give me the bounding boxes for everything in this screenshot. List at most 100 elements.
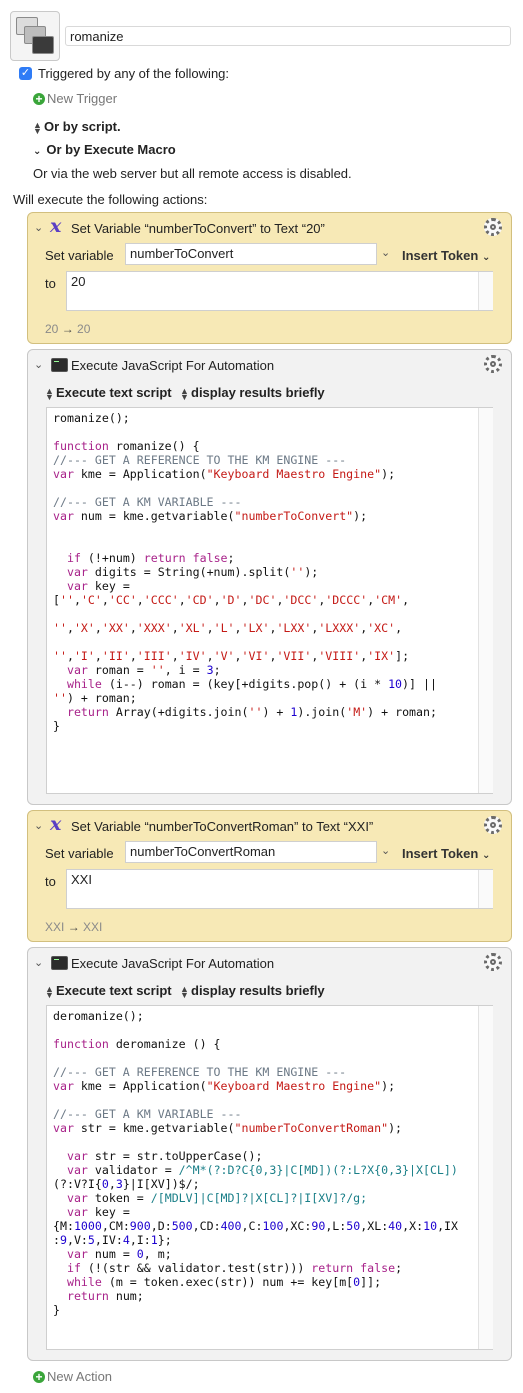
triggered-checkbox-icon[interactable]: ✓: [19, 67, 32, 80]
chevron-down-icon[interactable]: ⌄: [381, 844, 390, 857]
code-line: '','I','II','III','IV','V','VI','VII','V…: [53, 649, 410, 663]
gear-icon[interactable]: [484, 816, 502, 834]
up-down-icon: ▲ ▼: [180, 385, 189, 402]
code-line: '') + roman;: [53, 691, 137, 705]
insert-token-button[interactable]: Insert Token ⌄: [402, 846, 490, 861]
action-title[interactable]: Execute JavaScript For Automation: [71, 956, 274, 971]
code-line: :9,V:5,IV:4,I:1};: [53, 1233, 172, 1247]
arrow-right-icon: →: [61, 322, 74, 336]
scrollbar[interactable]: [478, 870, 493, 908]
or-by-script-toggle[interactable]: ▲ ▼ Or by script.: [33, 119, 121, 136]
chevron-down-icon: ⌄: [481, 252, 491, 263]
results-mode-popup[interactable]: ▲ ▼ display results briefly: [180, 983, 325, 1000]
new-action-button[interactable]: New Action: [47, 1369, 112, 1384]
to-value-field[interactable]: 20: [66, 271, 493, 311]
new-action-plus-icon[interactable]: +: [33, 1371, 45, 1383]
triggered-label: Triggered by any of the following:: [38, 66, 230, 81]
code-line: var num = kme.getvariable("numberToConve…: [53, 509, 368, 523]
code-line: //--- GET A KM VARIABLE ---: [53, 495, 242, 509]
scrollbar[interactable]: [478, 272, 493, 310]
code-line: var str = str.toUpperCase();: [66, 1149, 263, 1163]
code-line: var digits = String(+num).split('');: [66, 565, 319, 579]
terminal-icon: [51, 358, 68, 372]
code-line: (?:V?I{0,3}|I[XV])$/;: [53, 1177, 200, 1191]
up-down-icon: ▲ ▼: [33, 119, 42, 136]
code-line: }: [53, 719, 60, 733]
to-label: to: [45, 874, 56, 889]
results-mode-popup[interactable]: ▲ ▼ display results briefly: [180, 385, 325, 402]
up-down-icon: ▲ ▼: [45, 385, 54, 402]
code-line: var str = kme.getvariable("numberToConve…: [53, 1121, 403, 1135]
code-line: return Array(+digits.join('') + 1).join(…: [66, 705, 437, 719]
code-line: var kme = Application("Keyboard Maestro …: [53, 467, 396, 481]
gear-icon[interactable]: [484, 953, 502, 971]
code-line: var roman = '', i = 3;: [66, 663, 221, 677]
code-line: var key =: [66, 579, 130, 593]
script-editor[interactable]: romanize(); function romanize() {//--- G…: [46, 407, 493, 794]
action-title[interactable]: Set Variable “numberToConvert” to Text “…: [71, 221, 325, 236]
up-down-icon: ▲ ▼: [180, 983, 189, 1000]
chevron-down-icon[interactable]: ⌄: [34, 221, 43, 234]
insert-token-button[interactable]: Insert Token ⌄: [402, 248, 490, 263]
execute-mode-popup[interactable]: ▲ ▼ Execute text script: [45, 385, 172, 402]
script-editor[interactable]: deromanize(); function deromanize () { /…: [46, 1005, 493, 1350]
action-execute-jxa-1[interactable]: ⌄ Execute JavaScript For Automation ▲ ▼ Ex…: [27, 349, 512, 805]
chevron-down-icon: ⌄: [33, 146, 42, 157]
macro-name-field[interactable]: romanize: [65, 26, 511, 46]
or-by-execute-macro-toggle[interactable]: ⌄ Or by Execute Macro: [33, 142, 176, 157]
variable-x-icon: x: [50, 813, 62, 835]
code-line: ['','C','CC','CCC','CD','D','DC','DCC','…: [53, 593, 410, 607]
will-execute-label: Will execute the following actions:: [13, 192, 208, 207]
code-line: {M:1000,CM:900,D:500,CD:400,C:100,XC:90,…: [53, 1219, 459, 1233]
up-down-icon: ▲ ▼: [45, 983, 54, 1000]
code-line: var kme = Application("Keyboard Maestro …: [53, 1079, 396, 1093]
variable-name-field[interactable]: numberToConvertRoman: [125, 841, 377, 863]
code-line: function deromanize () {: [53, 1037, 221, 1051]
new-trigger-button[interactable]: New Trigger: [47, 91, 117, 106]
code-line: if (!+num) return false;: [66, 551, 235, 565]
chevron-down-icon: ⌄: [481, 850, 491, 861]
new-trigger-plus-icon[interactable]: +: [33, 93, 45, 105]
chevron-down-icon[interactable]: ⌄: [34, 819, 43, 832]
code-line: '','X','XX','XXX','XL','L','LX','LXX','L…: [53, 621, 403, 635]
to-value-field[interactable]: XXI: [66, 869, 493, 909]
code-line: while (i--) roman = (key[+digits.pop() +…: [66, 677, 437, 691]
arrow-right-icon: →: [67, 920, 80, 934]
action-title[interactable]: Execute JavaScript For Automation: [71, 358, 274, 373]
scrollbar[interactable]: [478, 408, 493, 793]
action-set-variable-2[interactable]: ⌄ x Set Variable “numberToConvertRoman” …: [27, 810, 512, 942]
code-line: var key =: [66, 1205, 130, 1219]
execute-mode-popup[interactable]: ▲ ▼ Execute text script: [45, 983, 172, 1000]
gear-icon[interactable]: [484, 218, 502, 236]
code-line: var num = 0, m;: [66, 1247, 172, 1261]
code-line: var token = /[MDLV]|C[MD]?|X[CL]?|I[XV]?…: [66, 1191, 368, 1205]
variable-name-field[interactable]: numberToConvert: [125, 243, 377, 265]
code-line: var validator = /^M*(?:D?C{0,3}|C[MD])(?…: [66, 1163, 458, 1177]
chevron-down-icon[interactable]: ⌄: [381, 246, 390, 259]
action-execute-jxa-2[interactable]: ⌄ Execute JavaScript For Automation ▲ ▼ Ex…: [27, 947, 512, 1361]
preview-text: 20 → 20: [45, 322, 91, 336]
set-variable-label: Set variable: [45, 248, 114, 263]
code-line: //--- GET A KM VARIABLE ---: [53, 1107, 242, 1121]
code-line: deromanize();: [53, 1009, 144, 1023]
action-set-variable-1[interactable]: ⌄ x Set Variable “numberToConvert” to Te…: [27, 212, 512, 344]
terminal-icon: [51, 956, 68, 970]
gear-icon[interactable]: [484, 355, 502, 373]
chevron-down-icon[interactable]: ⌄: [34, 358, 43, 371]
code-line: return num;: [66, 1289, 144, 1303]
web-server-note: Or via the web server but all remote acc…: [33, 166, 352, 181]
scrollbar[interactable]: [478, 1006, 493, 1349]
action-title[interactable]: Set Variable “numberToConvertRoman” to T…: [71, 819, 373, 834]
preview-text: XXI → XXI: [45, 920, 103, 934]
macro-icon[interactable]: [10, 11, 60, 61]
to-label: to: [45, 276, 56, 291]
chevron-down-icon[interactable]: ⌄: [34, 956, 43, 969]
